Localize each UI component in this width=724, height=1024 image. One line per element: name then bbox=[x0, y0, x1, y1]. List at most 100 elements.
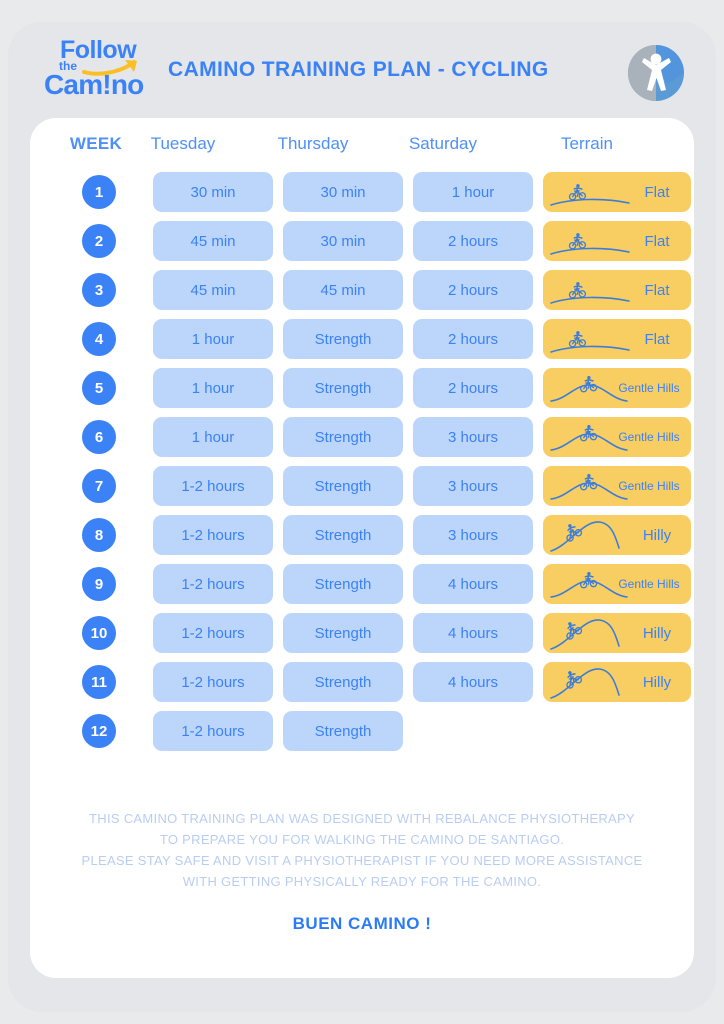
cell-thursday: Strength bbox=[283, 417, 403, 457]
table-row: 7 1-2 hours Strength 3 hours Gentle Hills bbox=[30, 464, 694, 513]
cyclist-flat-icon bbox=[550, 233, 630, 255]
terrain-label: Flat bbox=[644, 330, 670, 348]
terrain-label: Gentle Hills bbox=[618, 430, 680, 444]
table-row: 11 1-2 hours Strength 4 hours Hilly bbox=[30, 660, 694, 709]
cell-tuesday: 1-2 hours bbox=[153, 662, 273, 702]
terrain-label: Hilly bbox=[642, 673, 672, 691]
week-number-badge: 3 bbox=[82, 273, 116, 307]
week-number-badge: 8 bbox=[82, 518, 116, 552]
cell-terrain: Flat bbox=[543, 270, 691, 310]
cell-tuesday: 1-2 hours bbox=[153, 466, 273, 506]
table-row: 3 45 min 45 min 2 hours Flat bbox=[30, 268, 694, 317]
plan-card: WEEK Tuesday Thursday Saturday Terrain 1… bbox=[30, 118, 694, 978]
page-title: CAMINO TRAINING PLAN - CYCLING bbox=[168, 58, 549, 81]
footer-note: THIS CAMINO TRAINING PLAN WAS DESIGNED W… bbox=[62, 808, 662, 934]
footer-line: TO PREPARE YOU FOR WALKING THE CAMINO DE… bbox=[159, 832, 565, 847]
cell-terrain: Gentle Hills bbox=[543, 417, 691, 457]
cell-saturday: 2 hours bbox=[413, 221, 533, 261]
table-row: 12 1-2 hours Strength bbox=[30, 709, 694, 758]
week-number-badge: 6 bbox=[82, 420, 116, 454]
table-row: 9 1-2 hours Strength 4 hours Gentle Hills bbox=[30, 562, 694, 611]
cyclist-hilly-icon bbox=[550, 521, 620, 552]
terrain-label: Gentle Hills bbox=[618, 479, 680, 493]
cell-terrain: Hilly bbox=[543, 515, 691, 555]
cell-tuesday: 1-2 hours bbox=[153, 613, 273, 653]
cell-thursday: Strength bbox=[283, 466, 403, 506]
cell-saturday: 2 hours bbox=[413, 270, 533, 310]
cell-tuesday: 1 hour bbox=[153, 368, 273, 408]
cell-saturday: 2 hours bbox=[413, 319, 533, 359]
follow-the-camino-logo[interactable]: Follow the Cam!no bbox=[44, 36, 158, 100]
infographic-page: Follow the Cam!no CAMINO TRAINING PLAN -… bbox=[0, 0, 724, 1024]
column-header-thursday: Thursday bbox=[277, 134, 349, 153]
cell-terrain: Flat bbox=[543, 172, 691, 212]
cell-saturday: 4 hours bbox=[413, 564, 533, 604]
cell-tuesday: 45 min bbox=[153, 270, 273, 310]
cell-tuesday: 1-2 hours bbox=[153, 515, 273, 555]
cell-thursday: Strength bbox=[283, 368, 403, 408]
week-number-badge: 12 bbox=[82, 714, 116, 748]
column-header-terrain: Terrain bbox=[561, 134, 613, 153]
cell-thursday: 30 min bbox=[283, 221, 403, 261]
table-header-row: WEEK Tuesday Thursday Saturday Terrain bbox=[30, 118, 694, 170]
person-in-circle-icon bbox=[628, 45, 684, 101]
cell-saturday: 2 hours bbox=[413, 368, 533, 408]
footer-lines: THIS CAMINO TRAINING PLAN WAS DESIGNED W… bbox=[62, 808, 662, 892]
week-number-badge: 2 bbox=[82, 224, 116, 258]
cell-tuesday: 30 min bbox=[153, 172, 273, 212]
table-row: 10 1-2 hours Strength 4 hours Hilly bbox=[30, 611, 694, 660]
week-number-badge: 7 bbox=[82, 469, 116, 503]
footer-cta: BUEN CAMINO ! bbox=[292, 914, 432, 933]
cell-tuesday: 45 min bbox=[153, 221, 273, 261]
terrain-label: Hilly bbox=[642, 624, 672, 642]
week-number-badge: 4 bbox=[82, 322, 116, 356]
cyclist-hilly-icon bbox=[550, 668, 620, 699]
cell-terrain: Hilly bbox=[543, 662, 691, 702]
column-header-week: WEEK bbox=[69, 134, 123, 153]
column-header-tuesday: Tuesday bbox=[150, 134, 216, 153]
cell-thursday: Strength bbox=[283, 613, 403, 653]
table-row: 5 1 hour Strength 2 hours Gentle Hills bbox=[30, 366, 694, 415]
week-number-badge: 9 bbox=[82, 567, 116, 601]
cell-saturday: 4 hours bbox=[413, 613, 533, 653]
cell-tuesday: 1 hour bbox=[153, 319, 273, 359]
footer-line: PLEASE STAY SAFE AND VISIT A PHYSIOTHERA… bbox=[81, 853, 643, 868]
footer-line: WITH GETTING PHYSICALLY READY FOR THE CA… bbox=[182, 874, 542, 889]
cell-thursday: 30 min bbox=[283, 172, 403, 212]
cyclist-flat-icon bbox=[550, 331, 630, 353]
terrain-label: Gentle Hills bbox=[618, 577, 680, 591]
cell-thursday: Strength bbox=[283, 711, 403, 751]
cyclist-hilly-icon bbox=[550, 619, 620, 650]
terrain-label: Hilly bbox=[642, 526, 672, 544]
terrain-label: Flat bbox=[644, 183, 670, 201]
table-row: 8 1-2 hours Strength 3 hours Hilly bbox=[30, 513, 694, 562]
terrain-label: Flat bbox=[644, 281, 670, 299]
cell-terrain: Flat bbox=[543, 319, 691, 359]
training-table: WEEK Tuesday Thursday Saturday Terrain 1… bbox=[30, 118, 694, 758]
logo-camino-text: Cam!no bbox=[44, 69, 144, 100]
cell-thursday: Strength bbox=[283, 515, 403, 555]
cell-terrain: Gentle Hills bbox=[543, 466, 691, 506]
week-number-badge: 5 bbox=[82, 371, 116, 405]
table-row: 2 45 min 30 min 2 hours Flat bbox=[30, 219, 694, 268]
week-number-badge: 10 bbox=[82, 616, 116, 650]
week-number-badge: 11 bbox=[82, 665, 116, 699]
table-row: 1 30 min 30 min 1 hour Flat bbox=[30, 170, 694, 219]
cell-thursday: 45 min bbox=[283, 270, 403, 310]
cell-tuesday: 1 hour bbox=[153, 417, 273, 457]
week-number-badge: 1 bbox=[82, 175, 116, 209]
header: Follow the Cam!no CAMINO TRAINING PLAN -… bbox=[0, 0, 724, 118]
footer-line: THIS CAMINO TRAINING PLAN WAS DESIGNED W… bbox=[89, 811, 635, 826]
cyclist-flat-icon bbox=[550, 184, 630, 206]
terrain-label: Gentle Hills bbox=[618, 381, 680, 395]
cell-terrain: Flat bbox=[543, 221, 691, 261]
cell-saturday: 3 hours bbox=[413, 466, 533, 506]
cyclist-flat-icon bbox=[550, 282, 630, 304]
cell-terrain: Hilly bbox=[543, 613, 691, 653]
cell-thursday: Strength bbox=[283, 319, 403, 359]
cell-saturday: 4 hours bbox=[413, 662, 533, 702]
cell-thursday: Strength bbox=[283, 662, 403, 702]
terrain-label: Flat bbox=[644, 232, 670, 250]
table-row: 6 1 hour Strength 3 hours Gentle Hills bbox=[30, 415, 694, 464]
cell-saturday: 1 hour bbox=[413, 172, 533, 212]
